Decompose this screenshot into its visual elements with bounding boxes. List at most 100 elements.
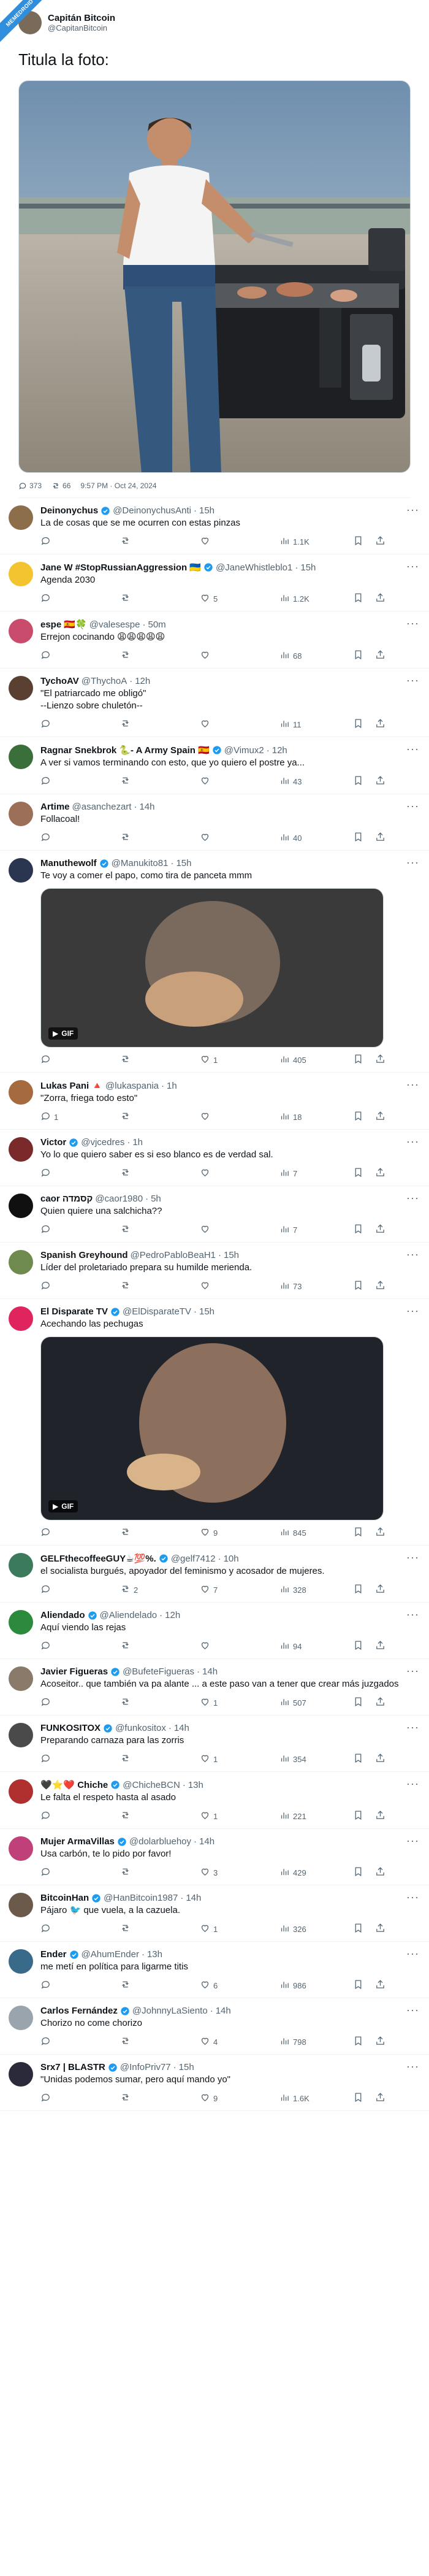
share-button[interactable] bbox=[375, 592, 385, 605]
more-options-icon[interactable]: ··· bbox=[406, 675, 419, 686]
reply-tweet[interactable]: FUNKOSITOX @funkositox · 14h Preparando … bbox=[0, 1715, 429, 1772]
reply-author-handle[interactable]: @lukaspania bbox=[105, 1081, 159, 1091]
reply-time[interactable]: 14h bbox=[139, 802, 154, 812]
like-button[interactable]: 6 bbox=[200, 1979, 279, 1991]
replies-count[interactable]: 373 bbox=[18, 481, 42, 490]
like-button[interactable]: 1 bbox=[200, 1923, 279, 1935]
like-button[interactable]: 5 bbox=[200, 592, 279, 605]
reply-author-handle[interactable]: @valesespe bbox=[89, 619, 140, 630]
reply-author-name[interactable]: FUNKOSITOX bbox=[40, 1723, 101, 1733]
retweet-button[interactable] bbox=[120, 1810, 200, 1822]
retweet-button[interactable] bbox=[120, 650, 200, 662]
share-button[interactable] bbox=[375, 1640, 385, 1652]
reply-author-handle[interactable]: @caor1980 bbox=[95, 1194, 143, 1204]
retweet-button[interactable] bbox=[120, 1527, 200, 1539]
reply-author-name[interactable]: espe 🇪🇸🍀 bbox=[40, 619, 87, 630]
reply-time[interactable]: 1h bbox=[167, 1081, 177, 1091]
more-options-icon[interactable]: ··· bbox=[406, 1136, 419, 1147]
bookmark-button[interactable] bbox=[353, 650, 375, 662]
reply-author-name[interactable]: Aliendado bbox=[40, 1610, 85, 1620]
bookmark-button[interactable] bbox=[353, 1111, 375, 1123]
reply-time[interactable]: 13h bbox=[147, 1949, 162, 1960]
reply-time[interactable]: 15h bbox=[224, 1250, 239, 1260]
like-button[interactable]: 1 bbox=[200, 1696, 279, 1709]
retweet-button[interactable] bbox=[120, 775, 200, 788]
views-button[interactable]: 43 bbox=[279, 775, 353, 788]
reply-author-name[interactable]: BitcoinHan bbox=[40, 1893, 89, 1903]
reply-avatar[interactable] bbox=[9, 676, 33, 700]
reply-time[interactable]: 15h bbox=[199, 1306, 214, 1317]
reply-author-handle[interactable]: @JaneWhistleblo1 bbox=[216, 562, 292, 573]
views-button[interactable]: 1.1K bbox=[279, 535, 353, 548]
retweet-button[interactable] bbox=[120, 1753, 200, 1765]
reply-time[interactable]: 15h bbox=[199, 505, 214, 516]
views-button[interactable]: 326 bbox=[279, 1923, 353, 1935]
reply-tweet[interactable]: 🖤⭐❤️ Chiche @ChicheBCN · 13h Le falta el… bbox=[0, 1772, 429, 1829]
more-options-icon[interactable]: ··· bbox=[406, 561, 419, 572]
reply-avatar[interactable] bbox=[9, 562, 33, 586]
share-button[interactable] bbox=[375, 1866, 385, 1879]
reply-tweet[interactable]: Victor @vjcedres · 1h Yo lo que quiero s… bbox=[0, 1130, 429, 1186]
bookmark-button[interactable] bbox=[353, 1923, 375, 1935]
reply-avatar[interactable] bbox=[9, 1723, 33, 1747]
reply-button[interactable] bbox=[40, 1167, 120, 1179]
like-button[interactable] bbox=[200, 650, 279, 662]
reply-avatar[interactable] bbox=[9, 1779, 33, 1804]
reply-author-name[interactable]: Manuthewolf bbox=[40, 858, 97, 868]
reply-time[interactable]: 50m bbox=[148, 619, 166, 630]
views-button[interactable]: 221 bbox=[279, 1810, 353, 1822]
more-options-icon[interactable]: ··· bbox=[406, 1305, 419, 1316]
reply-author-handle[interactable]: @asanchezart bbox=[72, 802, 132, 812]
retweet-button[interactable] bbox=[120, 718, 200, 730]
reply-avatar[interactable] bbox=[9, 1893, 33, 1917]
share-button[interactable] bbox=[375, 1280, 385, 1292]
reply-avatar[interactable] bbox=[9, 1137, 33, 1162]
like-button[interactable] bbox=[200, 1167, 279, 1179]
reply-author-handle[interactable]: @dolarbluehoy bbox=[129, 1836, 191, 1847]
reply-avatar[interactable] bbox=[9, 1949, 33, 1974]
reply-time[interactable]: 12h bbox=[165, 1610, 180, 1620]
reply-time[interactable]: 5h bbox=[151, 1194, 161, 1204]
share-button[interactable] bbox=[375, 1923, 385, 1935]
reply-author-name[interactable]: Mujer ArmaVillas bbox=[40, 1836, 115, 1847]
bookmark-button[interactable] bbox=[353, 1584, 375, 1596]
share-button[interactable] bbox=[375, 775, 385, 788]
views-button[interactable]: 405 bbox=[279, 1054, 353, 1066]
reply-avatar[interactable] bbox=[9, 619, 33, 643]
reply-avatar[interactable] bbox=[9, 505, 33, 530]
more-options-icon[interactable]: ··· bbox=[406, 1609, 419, 1620]
reply-button[interactable] bbox=[40, 535, 120, 548]
reply-tweet[interactable]: caor קסמדה @caor1980 · 5h Quien quiere u… bbox=[0, 1186, 429, 1243]
retweet-button[interactable] bbox=[120, 535, 200, 548]
share-button[interactable] bbox=[375, 650, 385, 662]
retweet-button[interactable] bbox=[120, 1979, 200, 1991]
reply-time[interactable]: 10h bbox=[224, 1554, 239, 1564]
share-button[interactable] bbox=[375, 1810, 385, 1822]
reply-avatar[interactable] bbox=[9, 802, 33, 826]
reply-author-name[interactable]: Ragnar Snekbrok 🐍- A Army Spain 🇪🇸 bbox=[40, 745, 210, 756]
reply-avatar[interactable] bbox=[9, 1194, 33, 1218]
retweet-button[interactable] bbox=[120, 1111, 200, 1123]
like-button[interactable] bbox=[200, 535, 279, 548]
reply-author-handle[interactable]: @Vimux2 bbox=[224, 745, 264, 756]
author-handle[interactable]: @CapitanBitcoin bbox=[48, 23, 115, 33]
like-button[interactable] bbox=[200, 775, 279, 788]
reply-time[interactable]: 1h bbox=[132, 1137, 143, 1148]
views-button[interactable]: 986 bbox=[279, 1979, 353, 1991]
bookmark-button[interactable] bbox=[353, 1810, 375, 1822]
reply-button[interactable] bbox=[40, 1640, 120, 1652]
reply-avatar[interactable] bbox=[9, 1553, 33, 1577]
reply-author-handle[interactable]: @DeinonychusAnti bbox=[113, 505, 191, 516]
reply-author-name[interactable]: Ender bbox=[40, 1949, 67, 1960]
retweet-button[interactable] bbox=[120, 1923, 200, 1935]
share-button[interactable] bbox=[375, 1696, 385, 1709]
views-button[interactable]: 94 bbox=[279, 1640, 353, 1652]
reply-time[interactable]: 15h bbox=[176, 858, 191, 868]
reply-button[interactable] bbox=[40, 1866, 120, 1879]
like-button[interactable] bbox=[200, 1111, 279, 1123]
more-options-icon[interactable]: ··· bbox=[406, 618, 419, 629]
like-button[interactable] bbox=[200, 718, 279, 730]
reply-author-name[interactable]: TychoAV bbox=[40, 676, 79, 686]
bookmark-button[interactable] bbox=[353, 775, 375, 788]
more-options-icon[interactable]: ··· bbox=[406, 1552, 419, 1563]
